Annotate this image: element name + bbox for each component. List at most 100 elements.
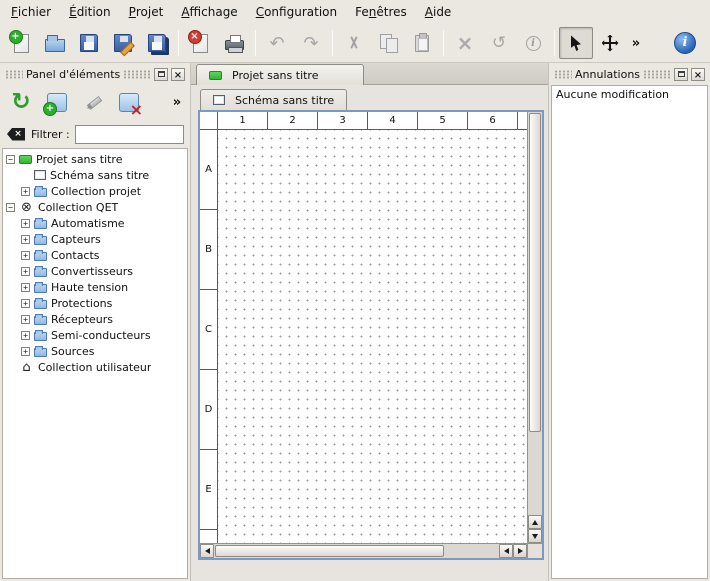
print-button[interactable] xyxy=(217,27,251,59)
redo-button[interactable] xyxy=(294,27,328,59)
tree-item-label: Collection QET xyxy=(38,201,118,214)
schema-icon xyxy=(34,170,46,180)
edit-element-button[interactable] xyxy=(77,87,109,117)
menu-aide[interactable]: Aide xyxy=(416,0,461,24)
about-qt-button[interactable] xyxy=(668,27,702,59)
copy-button[interactable] xyxy=(371,27,405,59)
menu-affichage[interactable]: Affichage xyxy=(172,0,246,24)
undo-dock-titlebar[interactable]: Annulations xyxy=(551,65,708,83)
delete-element-button[interactable] xyxy=(113,87,145,117)
printer-icon xyxy=(225,40,244,50)
elements-toolbar-overflow-button[interactable]: » xyxy=(169,87,185,117)
toolbar-overflow-button[interactable]: » xyxy=(627,27,645,59)
vertical-scrollbar-track[interactable] xyxy=(528,433,542,515)
tree-item-protections[interactable]: +Protections xyxy=(3,295,187,311)
elements-panel-titlebar[interactable]: Panel d'éléments xyxy=(2,65,188,83)
tree-item-convertisseurs[interactable]: +Convertisseurs xyxy=(3,263,187,279)
horizontal-scrollbar[interactable] xyxy=(200,543,527,558)
close-file-button[interactable] xyxy=(183,27,217,59)
scroll-right-button[interactable] xyxy=(513,544,527,558)
float-icon xyxy=(678,71,685,77)
tab-schema[interactable]: Schéma sans titre xyxy=(200,89,347,110)
undo-list[interactable]: Aucune modification xyxy=(551,85,708,579)
tree-item-projet-sans-titre[interactable]: −Projet sans titre xyxy=(3,151,187,167)
menu-fenetres[interactable]: Fenêtres xyxy=(346,0,416,24)
tree-item-haute-tension[interactable]: +Haute tension xyxy=(3,279,187,295)
tree-item-collection-qet[interactable]: − Collection QET xyxy=(3,199,187,215)
expander-plus-icon[interactable]: + xyxy=(21,219,30,228)
save-button[interactable] xyxy=(72,27,106,59)
close-dock-button[interactable] xyxy=(171,68,185,81)
infos-button[interactable] xyxy=(516,27,550,59)
paste-button[interactable] xyxy=(405,27,439,59)
app-window: { "menu_bar": { "items": [ {"id": "fichi… xyxy=(0,0,710,581)
expander-plus-icon[interactable]: + xyxy=(21,251,30,260)
tree-item-label: Schéma sans titre xyxy=(50,169,149,182)
project-view: Schéma sans titre 123456 ABCDE xyxy=(191,85,548,581)
vertical-scrollbar-thumb[interactable] xyxy=(529,113,541,432)
tree-item-label: Collection utilisateur xyxy=(38,361,151,374)
clear-filter-button[interactable] xyxy=(6,126,26,142)
tree-item-contacts[interactable]: +Contacts xyxy=(3,247,187,263)
expander-plus-icon[interactable]: + xyxy=(21,315,30,324)
tree-item-automatisme[interactable]: + Automatisme xyxy=(3,215,187,231)
vertical-scrollbar[interactable] xyxy=(527,112,542,543)
float-dock-button[interactable] xyxy=(154,68,168,81)
new-project-button[interactable] xyxy=(4,27,38,59)
tree-item-label: Automatisme xyxy=(51,217,125,230)
pan-mode-button[interactable] xyxy=(593,27,627,59)
menu-configuration[interactable]: Configuration xyxy=(247,0,346,24)
tree-item-recepteurs[interactable]: +Récepteurs xyxy=(3,311,187,327)
horizontal-scrollbar-thumb[interactable] xyxy=(215,545,444,557)
undo-arrow-icon xyxy=(269,33,284,54)
tree-item-capteurs[interactable]: +Capteurs xyxy=(3,231,187,247)
tree-item-collection-utilisateur[interactable]: Collection utilisateur xyxy=(3,359,187,375)
toolbar-separator xyxy=(554,30,555,56)
tree-item-semi-conducteurs[interactable]: +Semi-conducteurs xyxy=(3,327,187,343)
expander-plus-icon[interactable]: + xyxy=(21,347,30,356)
scroll-left-button[interactable] xyxy=(200,544,214,558)
menu-fichier[interactable]: Fichier xyxy=(2,0,60,24)
expander-plus-icon[interactable]: + xyxy=(21,283,30,292)
tree-item-schema-sans-titre[interactable]: Schéma sans titre xyxy=(3,167,187,183)
workspace: Projet sans titre Schéma sans titre 1234… xyxy=(191,63,548,581)
cross-icon xyxy=(457,33,474,53)
scroll-up-button[interactable] xyxy=(528,515,542,529)
save-all-button[interactable] xyxy=(140,27,174,59)
expander-plus-icon[interactable]: + xyxy=(21,299,30,308)
qet-icon xyxy=(19,201,34,214)
schema-canvas[interactable] xyxy=(218,130,527,543)
tab-project[interactable]: Projet sans titre xyxy=(196,64,364,85)
close-dock-button[interactable] xyxy=(691,68,705,81)
expander-plus-icon[interactable]: + xyxy=(21,267,30,276)
tree-item-collection-projet[interactable]: +Collection projet xyxy=(3,183,187,199)
menu-edition[interactable]: Édition xyxy=(60,0,120,24)
reload-collections-button[interactable] xyxy=(5,87,37,117)
menu-projet[interactable]: Projet xyxy=(120,0,173,24)
select-mode-button[interactable] xyxy=(559,27,593,59)
clear-filter-icon xyxy=(7,128,25,141)
cursor-arrow-icon xyxy=(571,35,582,51)
float-dock-button[interactable] xyxy=(674,68,688,81)
grid-corner xyxy=(200,112,218,130)
tree-item-sources[interactable]: +Sources xyxy=(3,343,187,359)
column-header-5: 5 xyxy=(418,112,468,129)
rotate-button[interactable] xyxy=(482,27,516,59)
redo-arrow-icon xyxy=(303,33,318,54)
expander-plus-icon[interactable]: + xyxy=(21,235,30,244)
open-project-button[interactable] xyxy=(38,27,72,59)
new-element-button[interactable] xyxy=(41,87,73,117)
expander-minus-icon[interactable]: − xyxy=(6,203,15,212)
save-as-button[interactable] xyxy=(106,27,140,59)
undo-button[interactable] xyxy=(260,27,294,59)
expander-plus-icon[interactable]: + xyxy=(21,187,30,196)
expander-minus-icon[interactable]: − xyxy=(6,155,15,164)
expander-plus-icon[interactable]: + xyxy=(21,331,30,340)
floppy-icon xyxy=(80,34,98,52)
cut-button[interactable] xyxy=(337,27,371,59)
delete-button[interactable] xyxy=(448,27,482,59)
scroll-left-button-end[interactable] xyxy=(499,544,513,558)
scroll-down-button[interactable] xyxy=(528,529,542,543)
elements-panel-title: Panel d'éléments xyxy=(26,68,120,81)
filter-input[interactable] xyxy=(75,125,184,144)
